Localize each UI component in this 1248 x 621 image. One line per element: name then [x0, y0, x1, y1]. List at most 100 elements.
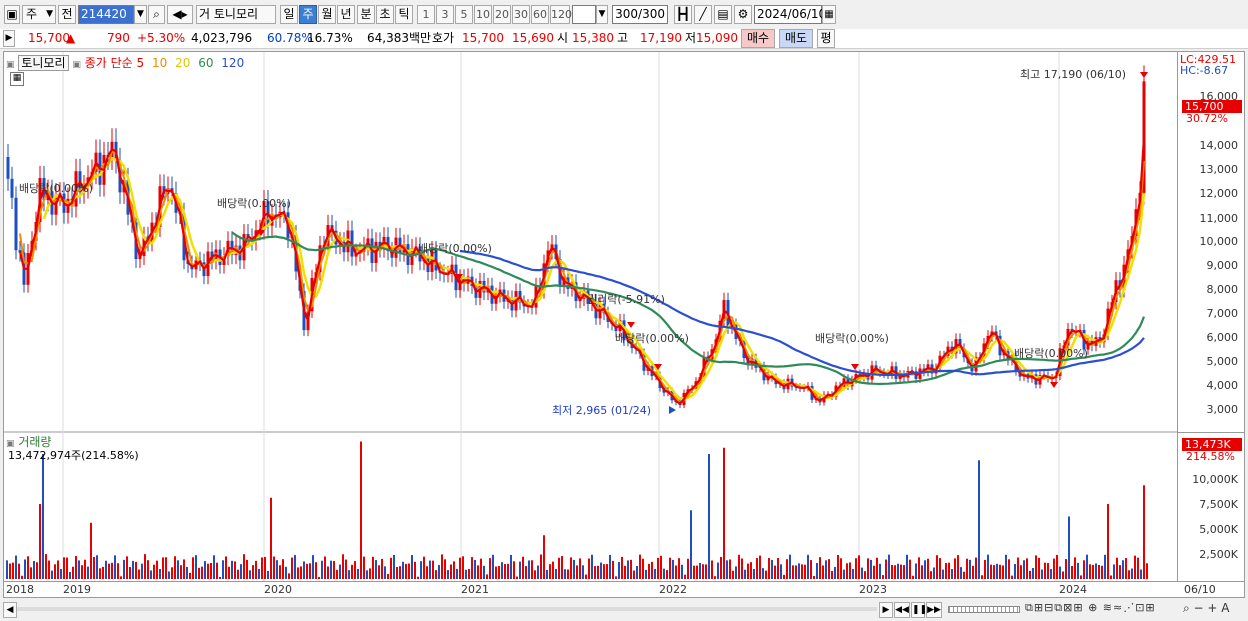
volume-bar [1002, 565, 1004, 579]
period-minute[interactable]: 분 [357, 5, 375, 24]
num-10[interactable]: 10 [474, 5, 492, 24]
volume-bar [792, 565, 794, 579]
volume-bar [1044, 562, 1046, 579]
volume-bar [876, 557, 878, 579]
volume-bar [228, 566, 230, 579]
eval-button[interactable]: 평 [817, 29, 835, 48]
volume-bar [1086, 554, 1088, 579]
volume-bar [198, 567, 200, 579]
volume-bar [240, 564, 242, 579]
pause-icon[interactable]: ❚❚ [911, 602, 927, 618]
period-week[interactable]: 주 [299, 5, 317, 24]
forward-icon[interactable]: ▶▶ [926, 602, 942, 618]
volume-bar [633, 570, 635, 579]
num-60[interactable]: 60 [531, 5, 549, 24]
volume-bar [477, 565, 479, 579]
volume-bar [654, 568, 656, 579]
period-day[interactable]: 일 [280, 5, 298, 24]
volume-bar [501, 562, 503, 579]
volume-bar [1146, 563, 1148, 579]
volume-pct-tag: 214.58% [1186, 450, 1235, 463]
candle-icon[interactable]: ┣┫ [674, 5, 692, 24]
sell-button[interactable]: 매도 [779, 29, 813, 48]
num-30[interactable]: 30 [512, 5, 530, 24]
stock-code-input[interactable]: 214420 [78, 5, 134, 24]
volume-bar [840, 558, 842, 579]
volume-bar [129, 567, 131, 579]
scroll-left-icon[interactable]: ◀ [3, 602, 17, 618]
volume-bar [210, 563, 212, 579]
period-second[interactable]: 초 [376, 5, 394, 24]
chart-layout-icon[interactable]: ▣ [4, 5, 20, 24]
volume-bar [81, 565, 83, 579]
zoom-slider[interactable] [948, 606, 1020, 613]
custom-num-dropdown[interactable]: ▼ [596, 5, 608, 24]
prev-button[interactable]: 전 [58, 5, 76, 24]
expand-icon[interactable]: ▶ [3, 30, 15, 47]
current-pct-tag: 30.72% [1186, 112, 1228, 125]
volume-bar [126, 556, 128, 579]
volume-bar [105, 560, 107, 579]
legend-ma60: 60 [198, 56, 214, 70]
scroll-right-icon[interactable]: ▶ [879, 602, 893, 618]
calculator-icon[interactable]: ▦ [10, 72, 24, 86]
num-3[interactable]: 3 [436, 5, 454, 24]
volume-bar [285, 566, 287, 579]
x-axis: 2018 2019 2020 2021 2022 2023 2024 06/10 [3, 582, 1245, 598]
volume-bar [279, 565, 281, 579]
volume-bar [441, 554, 443, 579]
dividend-annotation-5: 배당락(0.00%) [815, 332, 889, 345]
volume-bar [540, 554, 542, 579]
bottom-tool-icons[interactable]: ⧉⊞⊟⧉⊠⊞ ⊕ ≋≈⋰⊡⊞ [1025, 601, 1156, 615]
calendar-icon[interactable]: ▦ [822, 5, 836, 24]
volume-bar [579, 558, 581, 579]
volume-bar [732, 570, 734, 579]
x-end-date: 06/10 [1184, 583, 1216, 596]
draw-tool-icon[interactable]: ╱ [694, 5, 712, 24]
period-tick[interactable]: 틱 [395, 5, 413, 24]
volume-bar [615, 576, 617, 579]
chart-area[interactable]: ▣ 토니모리 ▣ 종가 단순 5 10 20 60 120 ▦ 최고 17,19… [3, 51, 1178, 582]
current-price: 15,700 [28, 31, 70, 45]
save-icon[interactable]: ▤ [714, 5, 732, 24]
volume-bar [459, 557, 461, 579]
volume-bar [903, 565, 905, 579]
custom-num-input[interactable] [572, 5, 596, 24]
volume-bar [54, 564, 56, 579]
period-year[interactable]: 년 [337, 5, 355, 24]
count-input[interactable]: 300/300 [612, 5, 668, 24]
volume-bar [237, 569, 239, 579]
ma60-line [231, 231, 1146, 386]
volume-bar [963, 571, 965, 579]
volume-bar [750, 562, 752, 579]
volume-bar [480, 558, 482, 579]
volume-bar [621, 556, 623, 579]
volume-bar [276, 560, 278, 579]
num-120[interactable]: 120 [550, 5, 572, 24]
scroll-track[interactable] [17, 607, 877, 611]
period-month[interactable]: 월 [318, 5, 336, 24]
quote-bar: ▶ 15,700 ▲ 790 +5.30% 4,023,796 60.78% 1… [0, 29, 1248, 49]
num-5[interactable]: 5 [455, 5, 473, 24]
code-dropdown-button[interactable]: ▼ [134, 5, 147, 24]
market-select[interactable]: 주 ▼ [22, 5, 56, 24]
volume-bar [768, 558, 770, 579]
volume-bar [327, 566, 329, 579]
volume-bar [321, 560, 323, 579]
rewind-icon[interactable]: ◀◀ [894, 602, 910, 618]
speaker-icon[interactable]: ◀▸ [167, 5, 193, 24]
gear-icon[interactable]: ⚙ [734, 5, 752, 24]
date-input[interactable]: 2024/06/10 [754, 5, 826, 24]
legend-stock-name[interactable]: 토니모리 [18, 55, 69, 71]
search-icon[interactable]: ⌕ [148, 5, 165, 24]
chevron-down-icon: ▼ [46, 9, 53, 19]
zoom-icons[interactable]: ⌕ − + A [1183, 601, 1229, 616]
stock-name-box[interactable]: 거 토니모리 [196, 5, 276, 24]
buy-button[interactable]: 매수 [741, 29, 775, 48]
num-20[interactable]: 20 [493, 5, 511, 24]
volume-bar [558, 557, 560, 579]
num-1[interactable]: 1 [417, 5, 435, 24]
volume-bar [771, 559, 773, 579]
price-tick-label: 9,000 [1206, 259, 1239, 272]
volume-bar [789, 554, 791, 579]
